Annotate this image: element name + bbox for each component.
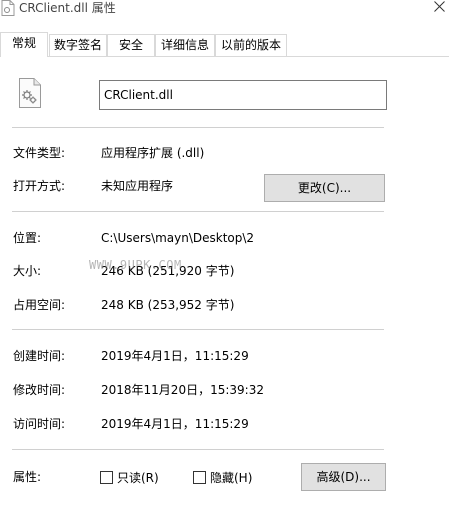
change-open-with-button[interactable]: 更改(C)... — [264, 174, 385, 202]
title-bar: CRClient.dll 属性 — [0, 0, 449, 30]
readonly-checkbox-label: 只读(R) — [117, 471, 159, 485]
readonly-checkbox-box[interactable] — [100, 471, 113, 484]
file-type-value: 应用程序扩展 (.dll) — [101, 146, 205, 160]
location-label: 位置: — [13, 231, 42, 245]
modified-label: 修改时间: — [13, 383, 66, 397]
dll-file-icon — [1, 0, 15, 16]
separator — [12, 211, 384, 212]
size-label: 大小: — [13, 264, 42, 278]
created-value: 2019年4月1日，11:15:29 — [101, 349, 249, 363]
open-with-label: 打开方式: — [13, 179, 66, 193]
watermark: WWW.9UPK.COM — [89, 258, 182, 272]
hidden-checkbox-label: 隐藏(H) — [210, 471, 253, 485]
tab-digital-signatures[interactable]: 数字签名 — [49, 34, 107, 56]
accessed-value: 2019年4月1日，11:15:29 — [101, 417, 249, 431]
location-value: C:\Users\mayn\Desktop\2 — [101, 231, 255, 245]
file-type-icon — [18, 78, 42, 108]
readonly-checkbox[interactable]: 只读(R) — [100, 470, 170, 486]
open-with-value: 未知应用程序 — [101, 179, 174, 193]
close-icon — [434, 1, 445, 12]
file-type-label: 文件类型: — [13, 146, 66, 160]
filename-field[interactable]: CRClient.dll — [99, 80, 387, 110]
separator — [12, 127, 384, 128]
general-panel — [0, 57, 449, 532]
tab-details[interactable]: 详细信息 — [155, 34, 215, 56]
tab-security[interactable]: 安全 — [107, 34, 155, 56]
tab-general[interactable]: 常规 — [0, 32, 48, 57]
hidden-checkbox[interactable]: 隐藏(H) — [193, 470, 263, 486]
size-on-disk-value: 248 KB (253,952 字节) — [101, 298, 235, 312]
size-on-disk-label: 占用空间: — [13, 298, 66, 312]
modified-value: 2018年11月20日，15:39:32 — [101, 383, 264, 397]
separator — [12, 329, 384, 330]
advanced-button[interactable]: 高级(D)... — [301, 463, 386, 491]
attributes-label: 属性: — [13, 470, 42, 484]
separator — [12, 449, 384, 450]
accessed-label: 访问时间: — [13, 417, 66, 431]
tab-strip: 常规 数字签名 安全 详细信息 以前的版本 — [0, 32, 449, 57]
hidden-checkbox-box[interactable] — [193, 471, 206, 484]
created-label: 创建时间: — [13, 349, 66, 363]
close-button[interactable] — [430, 0, 449, 16]
window-title: CRClient.dll 属性 — [19, 1, 116, 15]
tab-previous-versions[interactable]: 以前的版本 — [215, 34, 287, 56]
